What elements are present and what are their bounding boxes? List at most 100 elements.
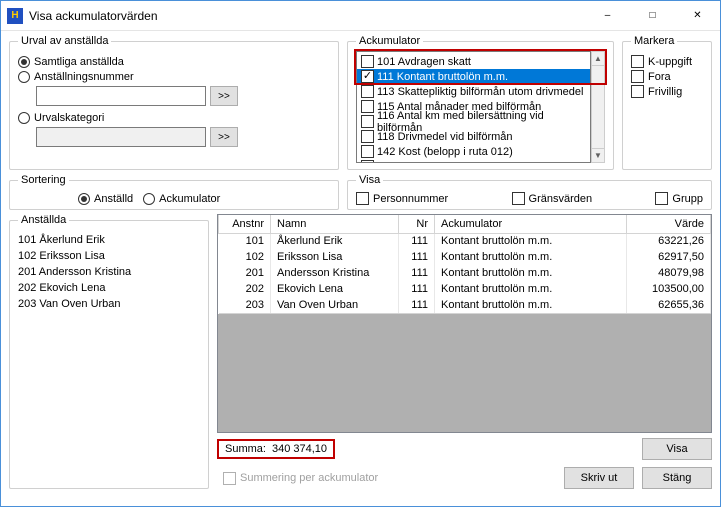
sortering-fieldset: Sortering Anställd Ackumulator [9, 174, 339, 210]
urval-fieldset: Urval av anställda Samtliga anställda An… [9, 35, 339, 170]
checkbox-icon [655, 192, 668, 205]
anstallda-item[interactable]: 202 Ekovich Lena [18, 280, 200, 296]
cell-namn: Andersson Kristina [271, 265, 399, 281]
markera-fieldset: Markera K-uppgift Fora Frivillig [622, 35, 712, 170]
col-namn[interactable]: Namn [271, 215, 399, 233]
scrollbar[interactable]: ▲ ▼ [591, 51, 605, 163]
cell-anstnr: 101 [219, 233, 271, 249]
ackumulator-item[interactable]: 113 Skattepliktig bilförmån utom drivmed… [357, 84, 590, 99]
radio-sort-anstalld[interactable]: Anställd [78, 193, 133, 205]
ackumulator-item[interactable]: 111 Kontant bruttolön m.m. [357, 69, 590, 84]
chk-label: Fora [648, 71, 671, 83]
radio-icon [18, 112, 30, 124]
col-anstnr[interactable]: Anstnr [219, 215, 271, 233]
ackumulator-item[interactable]: 101 Avdragen skatt [357, 54, 590, 69]
chk-label: K-uppgift [648, 56, 692, 68]
chk-summering-per-ack: Summering per ackumulator [223, 472, 378, 485]
ackumulator-fieldset: Ackumulator 101 Avdragen skatt111 Kontan… [347, 35, 614, 170]
window-title: Visa ackumulatorvärden [29, 9, 585, 23]
checkbox-icon [361, 145, 374, 158]
ackumulator-item-label: 113 Skattepliktig bilförmån utom drivmed… [377, 86, 583, 98]
cell-namn: Van Oven Urban [271, 297, 399, 313]
chk-label: Grupp [672, 193, 703, 205]
anstallda-fieldset: Anställda 101 Åkerlund Erik102 Eriksson … [9, 214, 209, 489]
anstallda-list[interactable]: 101 Åkerlund Erik102 Eriksson Lisa201 An… [18, 232, 200, 312]
ackumulator-legend: Ackumulator [356, 35, 423, 47]
radio-icon [18, 71, 30, 83]
radio-label: Anställningsnummer [34, 71, 134, 83]
chk-gransvarden[interactable]: Gränsvärden [512, 192, 593, 205]
checkbox-icon [356, 192, 369, 205]
summa-label: Summa: [225, 443, 266, 455]
anstallningsnummer-browse-button[interactable]: >> [210, 86, 238, 106]
markera-legend: Markera [631, 35, 677, 47]
checkbox-icon [361, 130, 374, 143]
radio-anstallningsnummer[interactable]: Anställningsnummer [18, 71, 330, 83]
radio-label: Urvalskategori [34, 112, 104, 124]
radio-icon [18, 56, 30, 68]
ackumulator-item-label: 118 Drivmedel vid bilförmån [377, 131, 513, 143]
scroll-down-icon[interactable]: ▼ [592, 148, 604, 162]
cell-nr: 111 [399, 297, 435, 313]
chk-fora[interactable]: Fora [631, 70, 703, 83]
ackumulator-item[interactable]: 142 Kost (belopp i ruta 012) [357, 144, 590, 159]
titlebar: H Visa ackumulatorvärden – □ ✕ [1, 1, 720, 31]
radio-samtliga[interactable]: Samtliga anställda [18, 56, 330, 68]
cell-ack: Kontant bruttolön m.m. [435, 249, 627, 265]
radio-urvalskategori[interactable]: Urvalskategori [18, 112, 330, 124]
cell-anstnr: 102 [219, 249, 271, 265]
cell-ack: Kontant bruttolön m.m. [435, 233, 627, 249]
checkbox-icon [361, 55, 374, 68]
anstallda-item[interactable]: 203 Van Oven Urban [18, 296, 200, 312]
sortering-legend: Sortering [18, 174, 69, 186]
summa-value: 340 374,10 [272, 443, 327, 455]
table-row[interactable]: 203Van Oven Urban111Kontant bruttolön m.… [219, 297, 711, 313]
col-nr[interactable]: Nr [399, 215, 435, 233]
table-row[interactable]: 202Ekovich Lena111Kontant bruttolön m.m.… [219, 281, 711, 297]
cell-nr: 111 [399, 265, 435, 281]
cell-varde: 63221,26 [627, 233, 711, 249]
scroll-up-icon[interactable]: ▲ [592, 52, 604, 66]
anstallda-legend: Anställda [18, 214, 69, 226]
cell-anstnr: 202 [219, 281, 271, 297]
urvalskategori-browse-button[interactable]: >> [210, 127, 238, 147]
anstallda-item[interactable]: 102 Eriksson Lisa [18, 248, 200, 264]
minimize-button[interactable]: – [585, 1, 630, 31]
skriv-ut-button[interactable]: Skriv ut [564, 467, 634, 489]
result-grid[interactable]: Anstnr Namn Nr Ackumulator Värde 101Åker… [217, 214, 712, 433]
anstallda-item[interactable]: 101 Åkerlund Erik [18, 232, 200, 248]
chk-personnummer[interactable]: Personnummer [356, 192, 448, 205]
stang-button[interactable]: Stäng [642, 467, 712, 489]
chk-kuppgift[interactable]: K-uppgift [631, 55, 703, 68]
checkbox-icon [361, 100, 374, 113]
radio-label: Ackumulator [159, 193, 220, 205]
chk-grupp[interactable]: Grupp [655, 192, 703, 205]
col-varde[interactable]: Värde [627, 215, 711, 233]
ackumulator-item[interactable]: 116 Antal km med bilersättning vid bilfö… [357, 114, 590, 129]
chk-label: Frivillig [648, 86, 682, 98]
ackumulator-item-label: 145 Parkering (belopp i ruta 012) [377, 161, 538, 164]
app-icon: H [7, 8, 23, 24]
table-row[interactable]: 102Eriksson Lisa111Kontant bruttolön m.m… [219, 249, 711, 265]
col-ackumulator[interactable]: Ackumulator [435, 215, 627, 233]
ackumulator-list[interactable]: 101 Avdragen skatt111 Kontant bruttolön … [356, 51, 591, 163]
chk-frivillig[interactable]: Frivillig [631, 85, 703, 98]
cell-nr: 111 [399, 249, 435, 265]
cell-namn: Åkerlund Erik [271, 233, 399, 249]
radio-sort-ackumulator[interactable]: Ackumulator [143, 193, 220, 205]
checkbox-icon [361, 85, 374, 98]
chk-label: Gränsvärden [529, 193, 593, 205]
cell-ack: Kontant bruttolön m.m. [435, 297, 627, 313]
close-button[interactable]: ✕ [675, 1, 720, 31]
maximize-button[interactable]: □ [630, 1, 675, 31]
checkbox-icon [512, 192, 525, 205]
visa-button[interactable]: Visa [642, 438, 712, 460]
ackumulator-item[interactable]: 145 Parkering (belopp i ruta 012) [357, 159, 590, 163]
radio-icon [78, 193, 90, 205]
checkbox-icon [223, 472, 236, 485]
table-row[interactable]: 201Andersson Kristina111Kontant bruttolö… [219, 265, 711, 281]
anstallningsnummer-input[interactable] [36, 86, 206, 106]
cell-ack: Kontant bruttolön m.m. [435, 281, 627, 297]
anstallda-item[interactable]: 201 Andersson Kristina [18, 264, 200, 280]
table-row[interactable]: 101Åkerlund Erik111Kontant bruttolön m.m… [219, 233, 711, 249]
